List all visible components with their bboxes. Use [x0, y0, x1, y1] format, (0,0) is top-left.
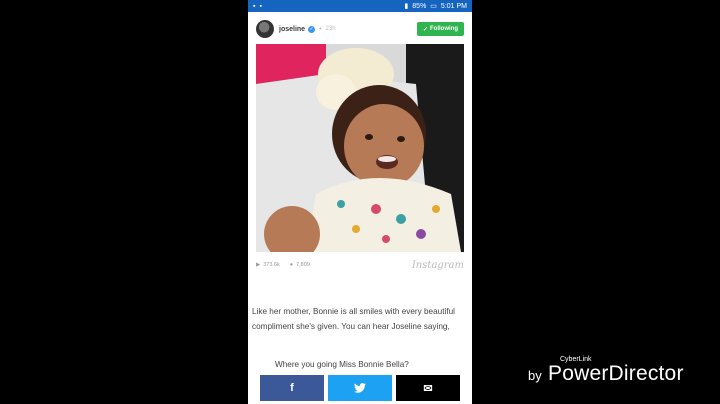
- phone-screen: ▪ ▪ ▮ 85% ▭ 5:01 PM joseline ✓ • 23h ✓ F…: [248, 0, 472, 404]
- facebook-share-button[interactable]: f: [260, 375, 324, 401]
- watermark-by: by: [528, 368, 542, 383]
- notification-icon: ▪: [253, 2, 256, 10]
- email-share-button[interactable]: ✉: [396, 375, 460, 401]
- post-stats: ▶ 373.6k ● 7,809 Instagram: [256, 256, 464, 274]
- comment-icon: ●: [289, 262, 294, 268]
- following-label: Following: [430, 26, 458, 32]
- battery-level: 85%: [412, 2, 427, 10]
- clock: 5:01 PM: [440, 2, 467, 10]
- verified-icon: ✓: [308, 25, 316, 33]
- play-icon: ▶: [256, 262, 261, 268]
- following-button[interactable]: ✓ Following: [416, 22, 464, 36]
- comments-stat[interactable]: ● 7,809: [290, 262, 310, 268]
- facebook-icon: f: [290, 382, 294, 394]
- twitter-icon: [354, 383, 366, 393]
- avatar[interactable]: [256, 20, 274, 38]
- article-quote: Where you going Miss Bonnie Bella?: [275, 360, 409, 369]
- article-caption: Like her mother, Bonnie is all smiles wi…: [252, 307, 455, 331]
- status-bar: ▪ ▪ ▮ 85% ▭ 5:01 PM: [248, 0, 472, 12]
- comments-count: 7,809: [296, 262, 310, 268]
- signal-icon: ▮: [404, 3, 409, 10]
- username[interactable]: joseline: [279, 26, 305, 33]
- powerdirector-watermark: CyberLink by PowerDirector: [522, 354, 712, 390]
- notification-icon: ▪: [259, 2, 262, 10]
- instagram-logo[interactable]: Instagram: [412, 260, 464, 271]
- post-header: joseline ✓ • 23h ✓ Following: [248, 12, 472, 46]
- post-time: 23h: [325, 26, 336, 32]
- baby-photo: [256, 44, 464, 252]
- watermark-product: PowerDirector: [548, 362, 684, 385]
- separator-dot: •: [319, 25, 322, 33]
- email-icon: ✉: [423, 382, 433, 395]
- post-photo[interactable]: [256, 44, 464, 252]
- twitter-share-button[interactable]: [328, 375, 392, 401]
- views-stat: ▶ 373.6k: [256, 262, 280, 268]
- battery-icon: ▭: [430, 3, 437, 10]
- views-count: 373.6k: [263, 262, 280, 268]
- share-bar: f ✉: [260, 375, 460, 401]
- check-icon: ✓: [422, 26, 428, 33]
